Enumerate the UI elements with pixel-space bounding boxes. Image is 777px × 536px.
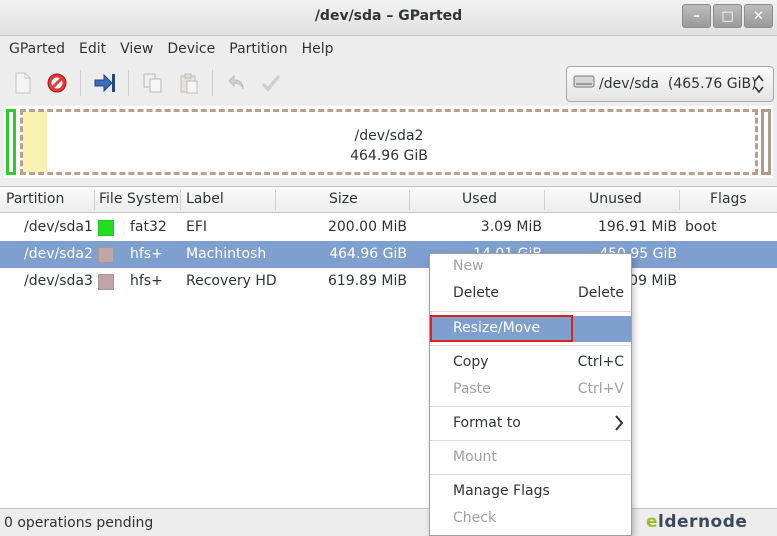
cell-size: 200.00 MiB bbox=[327, 219, 407, 235]
cell-partition: /dev/sda2 bbox=[24, 246, 93, 262]
maximize-button[interactable]: □ bbox=[713, 4, 742, 28]
title-bar: /dev/sda – GParted – □ ✕ bbox=[0, 0, 777, 36]
menu-item-shortcut: Delete bbox=[578, 285, 624, 301]
cell-filesystem: fat32 bbox=[130, 219, 167, 235]
menu-item-new[interactable]: New bbox=[430, 254, 631, 280]
cell-label: Recovery HD bbox=[186, 273, 277, 289]
window-controls: – □ ✕ bbox=[682, 4, 773, 28]
menu-help[interactable]: Help bbox=[295, 41, 341, 57]
menu-item-check[interactable]: Check bbox=[430, 506, 631, 532]
column-label[interactable]: Label bbox=[186, 191, 224, 207]
menu-item-copy[interactable]: Copy Ctrl+C bbox=[430, 350, 631, 376]
apply-icon[interactable] bbox=[259, 71, 283, 95]
cell-partition: /dev/sda1 bbox=[24, 219, 93, 235]
cell-size: 464.96 GiB bbox=[329, 246, 407, 262]
partition-table: Partition File System Label Size Used Un… bbox=[0, 186, 777, 508]
column-size[interactable]: Size bbox=[329, 191, 358, 207]
toolbar: /dev/sda (465.76 GiB) bbox=[0, 62, 777, 104]
table-row[interactable]: /dev/sda3 hfs+ Recovery HD 619.89 MiB 09… bbox=[0, 268, 777, 295]
cell-used: 3.09 MiB bbox=[480, 219, 542, 235]
new-icon[interactable] bbox=[11, 71, 35, 95]
window-title: /dev/sda – GParted bbox=[314, 8, 463, 24]
menu-gparted[interactable]: GParted bbox=[2, 41, 72, 57]
copy-icon[interactable] bbox=[141, 71, 165, 95]
menu-item-manage-flags[interactable]: Manage Flags bbox=[430, 479, 631, 505]
disk-graphic: /dev/sda2 464.96 GiB bbox=[4, 106, 773, 178]
menu-item-label: Manage Flags bbox=[453, 483, 550, 499]
fs-color-swatch bbox=[98, 274, 114, 290]
resize-move-icon[interactable] bbox=[93, 71, 117, 95]
close-button[interactable]: ✕ bbox=[744, 4, 773, 28]
table-header: Partition File System Label Size Used Un… bbox=[0, 187, 777, 213]
column-used[interactable]: Used bbox=[462, 191, 497, 207]
delete-icon[interactable] bbox=[45, 71, 69, 95]
menu-item-label: Mount bbox=[453, 449, 497, 465]
menu-item-label: Paste bbox=[453, 381, 491, 397]
device-selector-label: /dev/sda (465.76 GiB) bbox=[599, 76, 757, 92]
menu-item-label: Check bbox=[453, 510, 497, 526]
menu-bar: GParted Edit View Device Partition Help bbox=[0, 36, 777, 62]
menu-item-paste[interactable]: Paste Ctrl+V bbox=[430, 377, 631, 403]
column-partition[interactable]: Partition bbox=[6, 191, 64, 207]
cell-filesystem: hfs+ bbox=[130, 273, 163, 289]
menu-item-delete[interactable]: Delete Delete bbox=[430, 281, 631, 307]
menu-item-label: Format to bbox=[453, 415, 521, 431]
chevron-right-icon bbox=[614, 414, 624, 436]
paste-icon[interactable] bbox=[177, 71, 201, 95]
cell-label: EFI bbox=[186, 219, 208, 235]
fs-color-swatch bbox=[98, 220, 114, 236]
chevron-updown-icon bbox=[753, 73, 765, 97]
device-selector[interactable]: /dev/sda (465.76 GiB) bbox=[566, 66, 774, 102]
menu-item-label: Copy bbox=[453, 354, 489, 370]
cell-flags: boot bbox=[685, 219, 717, 235]
harddisk-icon bbox=[573, 74, 595, 94]
table-row[interactable]: /dev/sda1 fat32 EFI 200.00 MiB 3.09 MiB … bbox=[0, 214, 777, 241]
context-menu: New Delete Delete Resize/Move Copy Ctrl+… bbox=[429, 253, 632, 536]
column-flags[interactable]: Flags bbox=[710, 191, 747, 207]
menu-device[interactable]: Device bbox=[160, 41, 222, 57]
menu-item-mount[interactable]: Mount bbox=[430, 445, 631, 471]
column-unused[interactable]: Unused bbox=[589, 191, 642, 207]
menu-item-label: New bbox=[453, 258, 484, 274]
cell-label: Machintosh bbox=[186, 246, 267, 262]
menu-item-shortcut: Ctrl+V bbox=[577, 381, 624, 397]
status-text: 0 operations pending bbox=[4, 515, 154, 531]
cell-unused: 09 MiB bbox=[629, 273, 677, 289]
undo-icon[interactable] bbox=[225, 71, 249, 95]
table-row-selected[interactable]: /dev/sda2 hfs+ Machintosh 464.96 GiB 14.… bbox=[0, 241, 777, 268]
partition-block-sda1[interactable] bbox=[6, 109, 16, 175]
partition-block-sda2[interactable]: /dev/sda2 464.96 GiB bbox=[20, 109, 758, 175]
highlight-annotation-box bbox=[430, 315, 573, 342]
menu-item-format-to[interactable]: Format to bbox=[430, 411, 631, 437]
cell-filesystem: hfs+ bbox=[130, 246, 163, 262]
cell-size: 619.89 MiB bbox=[327, 273, 407, 289]
partition-block-sda3[interactable] bbox=[761, 109, 771, 175]
menu-view[interactable]: View bbox=[113, 41, 160, 57]
menu-item-label: Delete bbox=[453, 285, 499, 301]
disk-graphic-partition: /dev/sda2 bbox=[354, 128, 424, 144]
menu-partition[interactable]: Partition bbox=[222, 41, 294, 57]
cell-unused: 196.91 MiB bbox=[597, 219, 677, 235]
menu-item-shortcut: Ctrl+C bbox=[577, 354, 624, 370]
eldernode-logo: eldernode bbox=[646, 512, 748, 532]
column-file-system[interactable]: File System bbox=[99, 191, 179, 207]
minimize-button[interactable]: – bbox=[682, 4, 711, 28]
cell-partition: /dev/sda3 bbox=[24, 273, 93, 289]
fs-color-swatch bbox=[98, 247, 114, 263]
disk-graphic-size: 464.96 GiB bbox=[350, 148, 428, 164]
menu-edit[interactable]: Edit bbox=[72, 41, 113, 57]
